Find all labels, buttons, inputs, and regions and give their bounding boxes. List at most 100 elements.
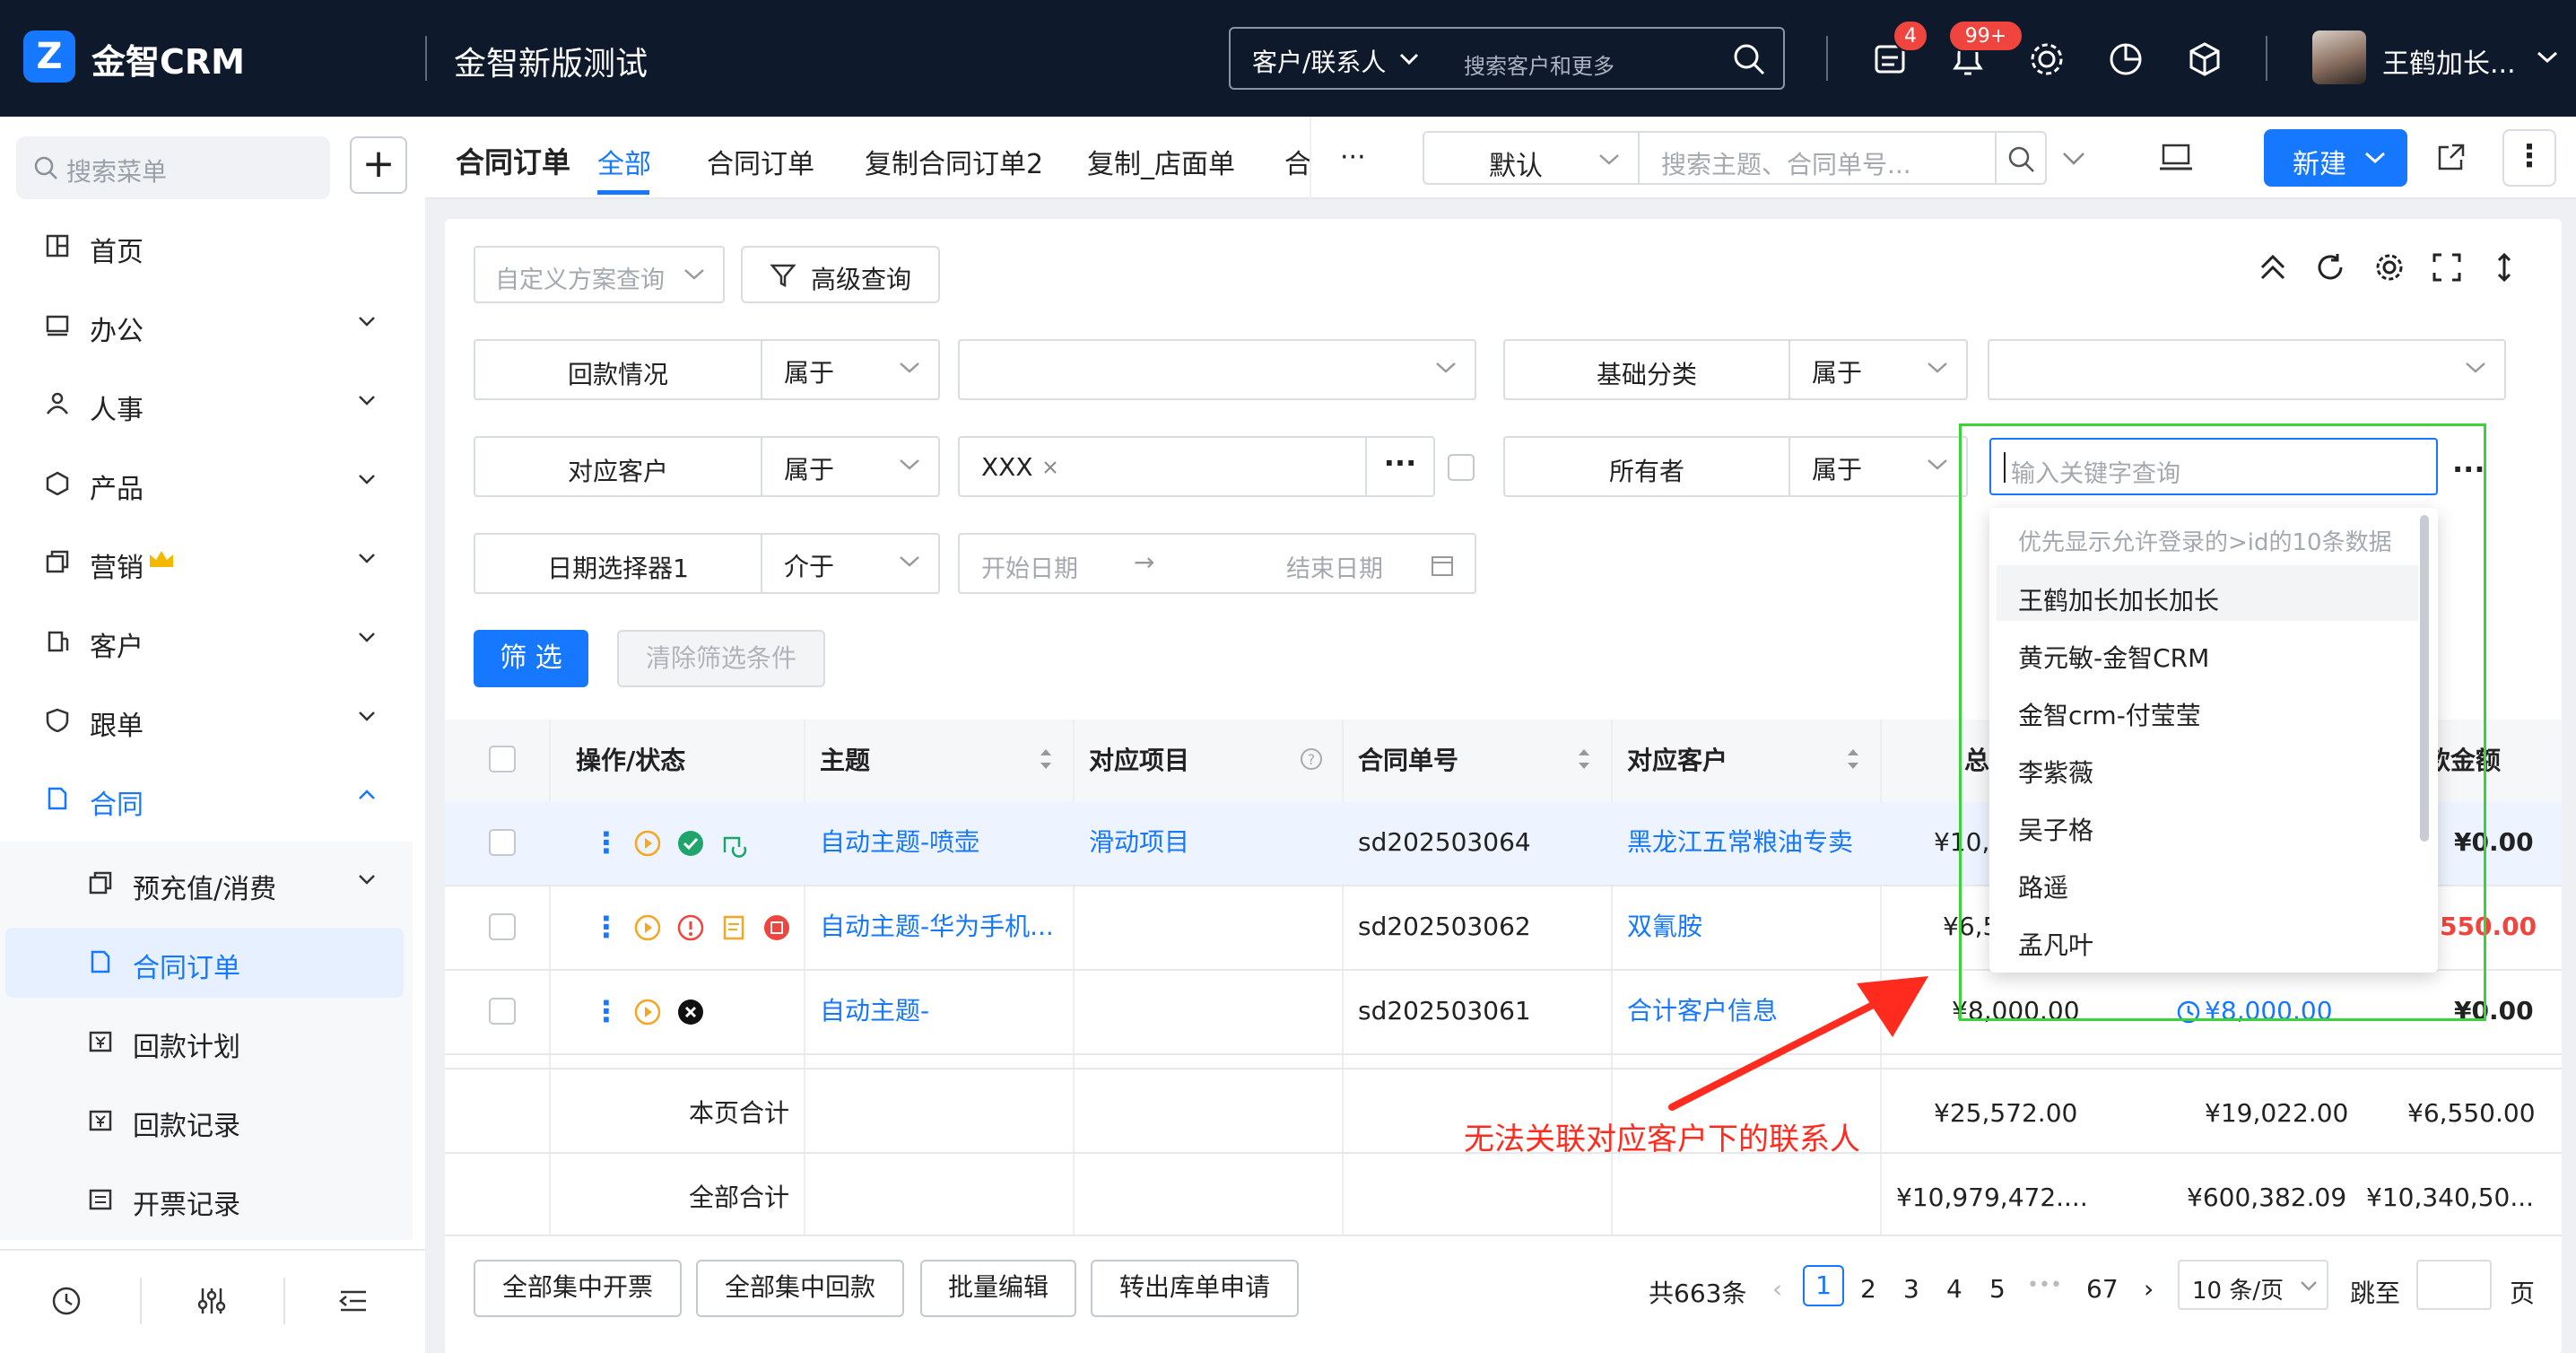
chevron-down-icon[interactable] — [2061, 151, 2086, 167]
close-icon[interactable] — [1042, 459, 1058, 476]
fullscreen-icon[interactable] — [2431, 251, 2463, 284]
menu-search-input[interactable]: 搜索菜单 — [16, 136, 330, 199]
dropdown-option[interactable]: 李紫薇 — [2018, 754, 2093, 790]
avatar[interactable] — [2312, 31, 2366, 84]
refresh-icon[interactable] — [2314, 251, 2346, 284]
app-name[interactable]: 金智CRM — [91, 34, 245, 83]
jump-page-input[interactable] — [2416, 1260, 2492, 1310]
user-name[interactable]: 王鹤加长... — [2382, 41, 2516, 81]
page-1[interactable]: 1 — [1803, 1265, 1844, 1306]
gear-icon[interactable] — [2027, 39, 2067, 79]
chevron-down-icon[interactable] — [2537, 50, 2558, 65]
sidebar-item-invoice-records[interactable]: 开票记录 — [0, 1163, 425, 1235]
tab-copy-store-orders[interactable]: 复制_店面单 — [1087, 142, 1235, 181]
customer-value-input[interactable]: XXX — [958, 436, 1367, 497]
sort-icon[interactable] — [1575, 745, 1593, 773]
dropdown-option[interactable]: 王鹤加长加长加长 — [2018, 581, 2219, 617]
filter-operator-select[interactable]: 属于 — [1788, 339, 1968, 400]
project-link[interactable]: 滑动项目 — [1089, 829, 1189, 856]
help-icon[interactable]: ? — [1299, 746, 1324, 772]
filter-value-select[interactable] — [958, 339, 1476, 400]
row-actions-menu[interactable]: ⋮ — [592, 994, 621, 1028]
gear-icon[interactable] — [2373, 251, 2406, 284]
next-page-button[interactable]: › — [2144, 1274, 2154, 1304]
select-all-checkbox[interactable] — [489, 746, 516, 773]
dropdown-option[interactable]: 路遥 — [2018, 869, 2068, 904]
more-button[interactable]: ⋮ — [2502, 129, 2556, 187]
laptop-icon[interactable] — [2158, 142, 2194, 174]
collapse-menu-icon[interactable] — [337, 1285, 370, 1317]
filter-operator-select[interactable]: 属于 — [761, 436, 940, 497]
dropdown-scrollbar[interactable] — [2420, 515, 2429, 842]
page-2[interactable]: 2 — [1860, 1274, 1876, 1304]
sort-icon[interactable] — [1844, 745, 1862, 773]
page-size-select[interactable]: 10 条/页 — [2178, 1260, 2328, 1310]
play-circle-icon[interactable] — [633, 913, 662, 942]
start-date-input[interactable]: 开始日期 — [981, 549, 1078, 584]
sort-icon[interactable] — [1037, 745, 1055, 773]
page-4[interactable]: 4 — [1946, 1274, 1962, 1304]
custom-query-select[interactable]: 自定义方案查询 — [474, 246, 725, 303]
customer-picker-button[interactable]: ··· — [1365, 436, 1435, 497]
list-search-input[interactable]: 搜索主题、合同单号... — [1638, 131, 2047, 185]
customer-link[interactable]: 黑龙江五常粮油专卖 — [1627, 829, 1853, 856]
filter-operator-select[interactable]: 属于 — [761, 339, 940, 400]
tab-all[interactable]: 全部 — [597, 142, 651, 181]
dropdown-option[interactable]: 金智crm-付莹莹 — [2018, 696, 2201, 732]
dropdown-option[interactable]: 孟凡叶 — [2018, 926, 2093, 962]
column-header-subject[interactable]: 主题 — [820, 720, 871, 802]
outbound-request-button[interactable]: 转出库单申请 — [1091, 1260, 1299, 1317]
search-icon[interactable] — [1731, 41, 1767, 77]
owner-picker-button[interactable]: ··· — [2452, 452, 2485, 486]
view-select[interactable]: 默认 — [1423, 131, 1640, 185]
sidebar-item-payment-records[interactable]: 回款记录 — [0, 1084, 425, 1156]
row-checkbox[interactable] — [489, 829, 516, 856]
sidebar-item-customer[interactable]: 客户 — [0, 605, 425, 676]
batch-payment-button[interactable]: 全部集中回款 — [696, 1260, 904, 1317]
filter-button[interactable]: 筛 选 — [474, 630, 588, 687]
customer-link[interactable]: 双氰胺 — [1627, 913, 1702, 940]
clear-filters-button[interactable]: 清除筛选条件 — [617, 630, 825, 687]
page-last[interactable]: 67 — [2086, 1274, 2119, 1304]
global-search[interactable]: 客户/联系人 搜索客户和更多 — [1229, 27, 1785, 90]
sidebar-item-marketing[interactable]: 营销 — [0, 526, 425, 598]
history-icon[interactable] — [50, 1285, 83, 1317]
play-circle-icon[interactable] — [633, 998, 662, 1026]
resize-vertical-icon[interactable] — [2488, 251, 2520, 284]
filter-value-select[interactable] — [1988, 339, 2506, 400]
page-ellipsis[interactable]: ••• — [2027, 1274, 2062, 1296]
subject-link[interactable]: 自动主题-华为手机... — [820, 913, 1054, 940]
owner-keyword-input[interactable]: 输入关键字查询 — [1989, 438, 2438, 495]
sidebar-item-followup[interactable]: 跟单 — [0, 684, 425, 755]
pie-chart-icon[interactable] — [2106, 39, 2145, 79]
collapse-up-icon[interactable] — [2257, 251, 2289, 284]
search-icon[interactable] — [2006, 144, 2038, 176]
sidebar-item-product[interactable]: 产品 — [0, 447, 425, 519]
page-5[interactable]: 5 — [1989, 1274, 2006, 1304]
add-menu-button[interactable]: + — [350, 136, 407, 194]
row-checkbox[interactable] — [489, 998, 516, 1025]
batch-invoice-button[interactable]: 全部集中开票 — [474, 1260, 682, 1317]
sidebar-item-contract-orders[interactable]: 合同订单 — [0, 926, 425, 998]
dropdown-option[interactable]: 黄元敏-金智CRM — [2018, 639, 2209, 675]
sidebar-item-office[interactable]: 办公 — [0, 289, 425, 361]
filter-operator-select[interactable]: 属于 — [1788, 436, 1968, 497]
checkbox[interactable] — [1448, 454, 1475, 481]
search-scope-select[interactable]: 客户/联系人 — [1252, 43, 1386, 79]
date-range-picker[interactable]: 开始日期 → 结束日期 — [958, 533, 1476, 594]
tab-copy-contract-orders-2[interactable]: 复制合同订单2 — [865, 142, 1043, 181]
app-logo[interactable]: Z — [23, 31, 75, 83]
sidebar-item-payment-plan[interactable]: 回款计划 — [0, 1005, 425, 1077]
export-icon[interactable] — [2434, 142, 2467, 174]
sidebar-item-home[interactable]: 首页 — [0, 210, 425, 282]
sidebar-item-contract[interactable]: 合同 — [0, 763, 425, 834]
play-circle-icon[interactable] — [633, 829, 662, 858]
tab-contract-orders[interactable]: 合同订单 — [707, 142, 814, 181]
batch-edit-button[interactable]: 批量编辑 — [920, 1260, 1076, 1317]
row-checkbox[interactable] — [489, 913, 516, 940]
advanced-query-button[interactable]: 高级查询 — [741, 246, 940, 303]
sidebar-item-hr[interactable]: 人事 — [0, 368, 425, 440]
tabs-more-button[interactable]: ··· — [1340, 142, 1366, 173]
cube-icon[interactable] — [2185, 39, 2224, 79]
filter-operator-select[interactable]: 介于 — [761, 533, 940, 594]
